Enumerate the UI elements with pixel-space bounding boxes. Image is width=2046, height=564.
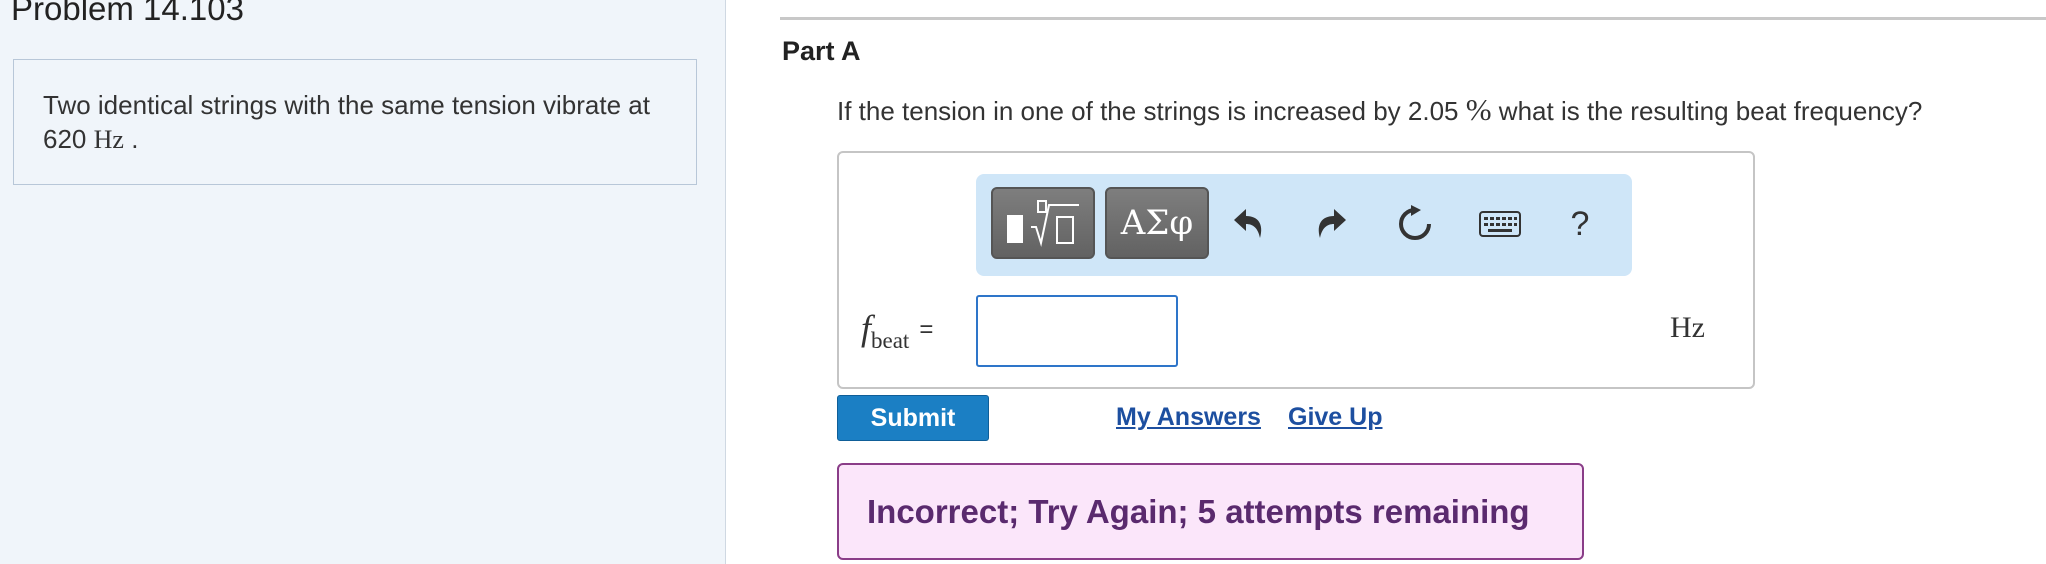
submit-button[interactable]: Submit (837, 395, 989, 441)
undo-icon (1234, 209, 1262, 238)
answer-input[interactable] (976, 295, 1178, 367)
templates-icon (1007, 200, 1079, 247)
give-up-link[interactable]: Give Up (1288, 403, 1382, 432)
answer-box: ΑΣφ ? fbeat = Hz (837, 151, 1755, 389)
feedback-message: Incorrect; Try Again; 5 attempts remaini… (837, 463, 1584, 560)
math-toolbar: ΑΣφ ? (976, 174, 1632, 276)
part-title: Part A (782, 36, 861, 66)
problem-title: Problem 14.103 (11, 0, 244, 27)
problem-text-end: . (131, 124, 139, 154)
redo-icon (1318, 209, 1346, 238)
greek-icon: ΑΣφ (1120, 203, 1194, 243)
problem-statement: Two identical strings with the same tens… (13, 59, 697, 185)
part-panel: Part A If the tension in one of the stri… (727, 0, 2046, 564)
variable-subscript: beat (871, 328, 910, 353)
question-suffix: what is the resulting beat frequency? (1498, 96, 1923, 126)
question-text: If the tension in one of the strings is … (837, 92, 1922, 128)
question-prefix: If the tension in one of the strings is … (837, 96, 1459, 126)
greek-symbols-button[interactable]: ΑΣφ (1105, 187, 1209, 259)
problem-unit: Hz (93, 125, 124, 154)
keyboard-icon (1479, 211, 1521, 237)
my-answers-link[interactable]: My Answers (1116, 403, 1261, 432)
problem-panel: Problem 14.103 Two identical strings wit… (0, 0, 726, 564)
answer-variable-label: fbeat = (861, 307, 934, 353)
redo-button[interactable] (1306, 200, 1354, 248)
question-percent: % (1465, 92, 1492, 127)
divider (780, 17, 2046, 20)
help-button[interactable]: ? (1556, 200, 1604, 248)
undo-button[interactable] (1226, 200, 1274, 248)
keyboard-button[interactable] (1476, 200, 1524, 248)
reset-icon (1399, 205, 1431, 240)
help-icon: ? (1570, 204, 1590, 243)
templates-button[interactable] (991, 187, 1095, 259)
answer-unit: Hz (1670, 311, 1705, 344)
equals-sign: = (919, 316, 934, 343)
reset-button[interactable] (1391, 200, 1439, 248)
feedback-text: Incorrect; Try Again; 5 attempts remaini… (867, 492, 1530, 530)
variable-symbol: f (861, 308, 872, 348)
